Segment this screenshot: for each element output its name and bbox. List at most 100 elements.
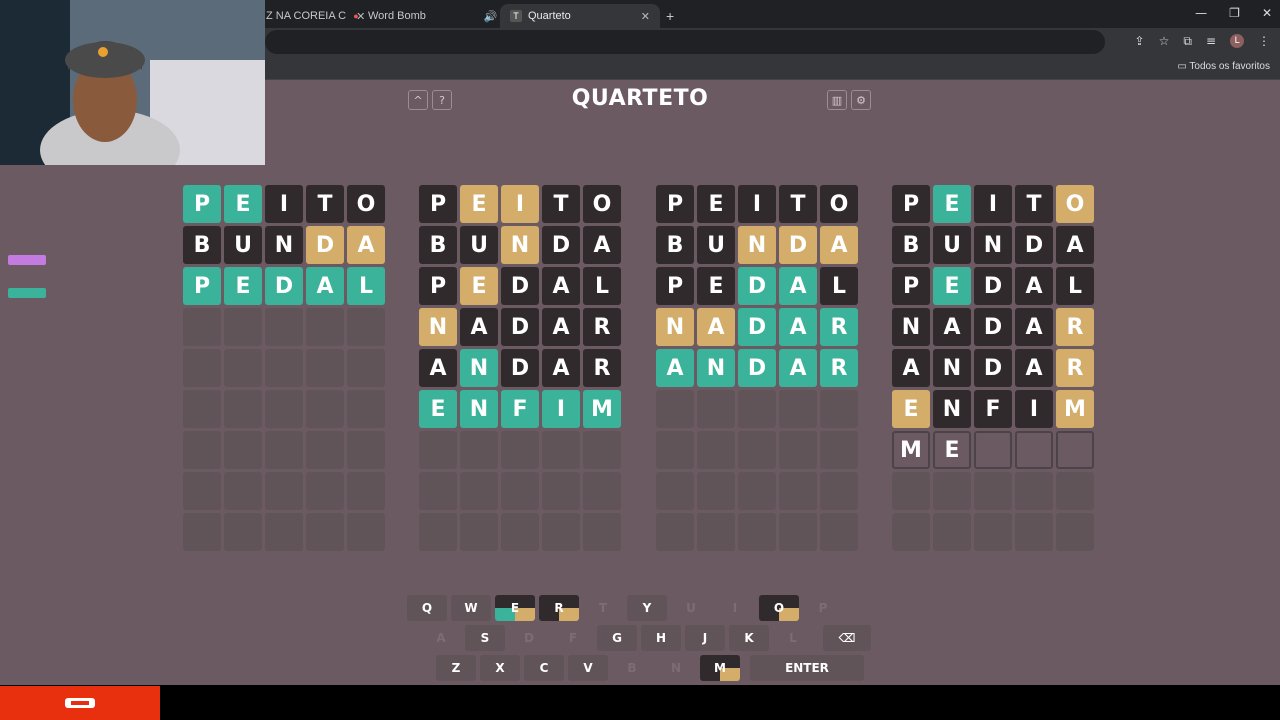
all-bookmarks-button[interactable]: ▭ Todos os favoritos	[1177, 61, 1270, 72]
minimize-icon[interactable]: —	[1195, 6, 1207, 20]
key-z[interactable]: Z	[436, 655, 476, 681]
avatar[interactable]: L	[1230, 34, 1244, 48]
board-row	[656, 513, 858, 551]
key-q[interactable]: Q	[407, 595, 447, 621]
empty-tile	[1015, 513, 1053, 551]
key-x[interactable]: X	[480, 655, 520, 681]
empty-tile	[347, 308, 385, 346]
key-j[interactable]: J	[685, 625, 725, 651]
key-label: Y	[642, 601, 652, 615]
key-g[interactable]: G	[597, 625, 637, 651]
empty-tile	[697, 390, 735, 428]
empty-tile	[224, 431, 262, 469]
speaker-icon[interactable]: 🔊	[484, 10, 498, 23]
install-icon[interactable]: ⇪	[1135, 34, 1145, 49]
empty-tile	[501, 431, 539, 469]
close-window-icon[interactable]: ✕	[1262, 6, 1272, 20]
key-e[interactable]: E	[495, 595, 535, 621]
key-h[interactable]: H	[641, 625, 681, 651]
empty-tile	[460, 513, 498, 551]
empty-tile	[224, 390, 262, 428]
letter-tile: R	[820, 349, 858, 387]
key-b[interactable]: B	[612, 655, 652, 681]
key-v[interactable]: V	[568, 655, 608, 681]
help-button[interactable]: ?	[432, 90, 452, 110]
settings-button[interactable]: ⚙	[851, 90, 871, 110]
letter-tile: A	[347, 226, 385, 264]
empty-tile	[738, 431, 776, 469]
empty-tile	[265, 349, 303, 387]
key-t[interactable]: T	[583, 595, 623, 621]
new-tab-button[interactable]: +	[666, 4, 674, 28]
letter-tile: M	[583, 390, 621, 428]
key-f[interactable]: F	[553, 625, 593, 651]
empty-tile	[656, 513, 694, 551]
key-n[interactable]: N	[656, 655, 696, 681]
key-label: F	[568, 631, 578, 645]
letter-tile: T	[1015, 185, 1053, 223]
collapse-button[interactable]: ^	[408, 90, 428, 110]
letter-tile: M	[1056, 390, 1094, 428]
empty-tile	[265, 390, 303, 428]
stats-button[interactable]: ▥	[827, 90, 847, 110]
key-c[interactable]: C	[524, 655, 564, 681]
letter-tile: A	[542, 308, 580, 346]
address-bar[interactable]	[265, 30, 1105, 54]
menu-icon[interactable]: ⋮	[1258, 34, 1270, 49]
key-label: T	[598, 601, 608, 615]
board-row: PEITO	[656, 185, 858, 223]
key-d[interactable]: D	[509, 625, 549, 651]
letter-tile: T	[306, 185, 344, 223]
bookmark-star-icon[interactable]: ☆	[1159, 34, 1170, 49]
letter-tile: B	[183, 226, 221, 264]
tab-quarteto[interactable]: T Quarteto ✕	[500, 4, 660, 28]
board-row: NADAR	[419, 308, 621, 346]
key-w[interactable]: W	[451, 595, 491, 621]
side-widget-teal[interactable]	[8, 288, 46, 298]
empty-tile	[347, 472, 385, 510]
tab-label: Word Bomb	[368, 10, 426, 22]
letter-tile: D	[306, 226, 344, 264]
empty-tile	[697, 472, 735, 510]
empty-tile	[183, 390, 221, 428]
tab-word-bomb[interactable]: ● Word Bomb 🔊 ✕	[350, 4, 517, 28]
restore-icon[interactable]: ❐	[1229, 6, 1240, 20]
key-label: U	[686, 601, 696, 615]
enter-key[interactable]: ENTER	[750, 655, 864, 681]
letter-tile: B	[892, 226, 930, 264]
letter-tile: D	[501, 308, 539, 346]
keyboard-row-1: QWER T Y U IO P	[407, 595, 843, 621]
backspace-key[interactable]: ⌫	[823, 625, 871, 651]
close-tab-icon[interactable]: ✕	[641, 10, 650, 23]
empty-tile	[460, 431, 498, 469]
key-s[interactable]: S	[465, 625, 505, 651]
key-o[interactable]: O	[759, 595, 799, 621]
letter-tile: B	[419, 226, 457, 264]
empty-tile	[656, 472, 694, 510]
key-label: Z	[451, 661, 461, 675]
empty-tile	[306, 431, 344, 469]
letter-tile: A	[779, 267, 817, 305]
side-widget-pink[interactable]	[8, 255, 46, 265]
key-a[interactable]: A	[421, 625, 461, 651]
gear-icon: ⚙	[856, 93, 866, 107]
extensions-icon[interactable]: ⧉	[1183, 34, 1192, 49]
key-r[interactable]: R	[539, 595, 579, 621]
key-i[interactable]: I	[715, 595, 755, 621]
key-y[interactable]: Y	[627, 595, 667, 621]
media-icon[interactable]: ≡	[1206, 34, 1216, 49]
key-u[interactable]: U	[671, 595, 711, 621]
key-l[interactable]: L	[773, 625, 813, 651]
empty-tile	[583, 472, 621, 510]
letter-tile: D	[779, 226, 817, 264]
letter-tile: O	[1056, 185, 1094, 223]
key-m[interactable]: M	[700, 655, 740, 681]
empty-tile	[974, 472, 1012, 510]
typed-letter-tile: E	[933, 431, 971, 469]
key-label: P	[818, 601, 828, 615]
letter-tile: R	[583, 308, 621, 346]
empty-tile	[306, 513, 344, 551]
key-p[interactable]: P	[803, 595, 843, 621]
key-k[interactable]: K	[729, 625, 769, 651]
empty-tile	[583, 513, 621, 551]
